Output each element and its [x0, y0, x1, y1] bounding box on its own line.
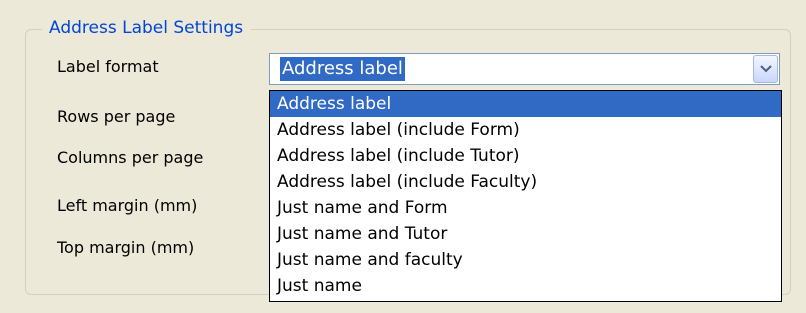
top-margin-label: Top margin (mm) [57, 238, 195, 257]
dropdown-option-address-label-include-form[interactable]: Address label (include Form) [270, 117, 781, 143]
dropdown-option-just-name-and-faculty[interactable]: Just name and faculty [270, 247, 781, 273]
group-title: Address Label Settings [42, 16, 252, 40]
label-format-selected-value: Address label [280, 57, 405, 81]
label-format-combobox[interactable]: Address label [269, 53, 780, 85]
dropdown-button[interactable] [753, 55, 778, 83]
label-format-dropdown-list[interactable]: Address label Address label (include For… [269, 90, 782, 302]
dropdown-option-just-name[interactable]: Just name [270, 273, 781, 299]
dropdown-option-address-label-include-faculty[interactable]: Address label (include Faculty) [270, 169, 781, 195]
dropdown-option-just-name-and-form[interactable]: Just name and Form [270, 195, 781, 221]
dropdown-option-address-label[interactable]: Address label [270, 91, 781, 117]
dropdown-option-address-label-include-tutor[interactable]: Address label (include Tutor) [270, 143, 781, 169]
label-format-label: Label format [57, 57, 159, 76]
dropdown-option-just-name-and-tutor[interactable]: Just name and Tutor [270, 221, 781, 247]
columns-per-page-label: Columns per page [57, 148, 204, 167]
chevron-down-icon [760, 65, 772, 73]
left-margin-label: Left margin (mm) [57, 196, 198, 215]
rows-per-page-label: Rows per page [57, 107, 176, 126]
